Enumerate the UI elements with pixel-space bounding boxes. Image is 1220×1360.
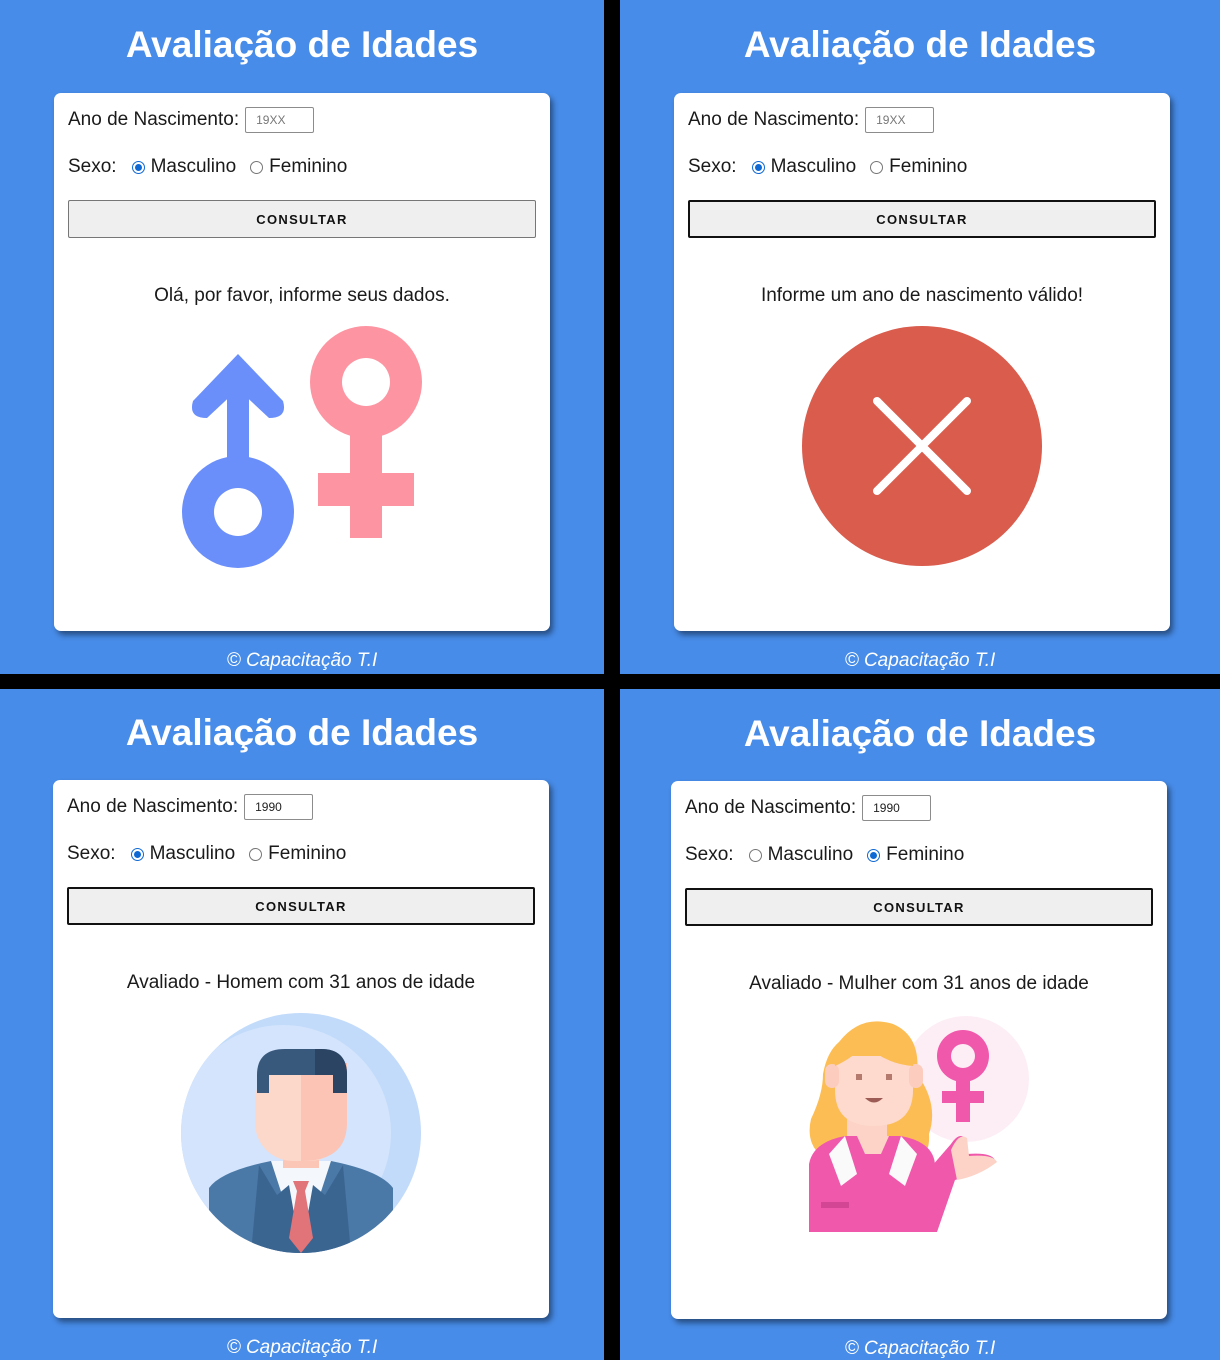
year-label: Ano de Nascimento: bbox=[67, 796, 239, 817]
result-message: Olá, por favor, informe seus dados. bbox=[154, 285, 450, 306]
female-label[interactable]: Feminino bbox=[269, 156, 347, 178]
page-title: Avaliação de Idades bbox=[743, 24, 1097, 65]
result-message: Avaliado - Homem com 31 anos de idade bbox=[126, 972, 476, 993]
male-label[interactable]: Masculino bbox=[150, 843, 236, 865]
form-card: Ano de Nascimento: Sexo: Masculino Femin… bbox=[54, 93, 550, 631]
result-message: Avaliado - Mulher com 31 anos de idade bbox=[749, 973, 1089, 994]
year-row: Ano de Nascimento: bbox=[68, 107, 315, 133]
footer-credit: © Capacitação T.I bbox=[226, 1337, 378, 1358]
male-radio[interactable] bbox=[748, 848, 762, 862]
businessman-avatar-icon bbox=[181, 1013, 421, 1253]
sex-label: Sexo: bbox=[67, 843, 116, 864]
male-label[interactable]: Masculino bbox=[771, 156, 857, 178]
year-input[interactable] bbox=[865, 107, 935, 133]
male-radio[interactable] bbox=[130, 847, 144, 861]
page-title: Avaliação de Idades bbox=[743, 713, 1097, 754]
year-label: Ano de Nascimento: bbox=[688, 109, 860, 130]
consultar-button[interactable]: CONSULTAR bbox=[67, 887, 535, 925]
female-label[interactable]: Feminino bbox=[889, 156, 967, 178]
form-card: Ano de Nascimento: Sexo: Masculino Femin… bbox=[671, 781, 1167, 1319]
female-radio[interactable] bbox=[870, 160, 884, 174]
year-label: Ano de Nascimento: bbox=[685, 797, 857, 818]
app-panel-3: Avaliação de Idades Ano de Nascimento: S… bbox=[0, 689, 604, 1360]
sex-row: Sexo: Masculino Feminino bbox=[688, 156, 967, 178]
sex-row: Sexo: Masculino Feminino bbox=[685, 844, 964, 866]
female-label[interactable]: Feminino bbox=[268, 843, 346, 865]
form-card: Ano de Nascimento: Sexo: Masculino Femin… bbox=[674, 93, 1170, 631]
female-radio[interactable] bbox=[250, 160, 264, 174]
female-radio[interactable] bbox=[867, 848, 881, 862]
page-title: Avaliação de Idades bbox=[125, 712, 479, 753]
male-radio[interactable] bbox=[751, 160, 765, 174]
female-label[interactable]: Feminino bbox=[886, 844, 964, 866]
sex-label: Sexo: bbox=[688, 156, 737, 177]
businesswoman-avatar-icon bbox=[809, 1016, 1029, 1232]
male-label[interactable]: Masculino bbox=[768, 844, 854, 866]
year-row: Ano de Nascimento: bbox=[688, 107, 935, 133]
gender-symbols-icon bbox=[182, 326, 422, 568]
sex-row: Sexo: Masculino Feminino bbox=[67, 843, 346, 865]
app-panel-1: Avaliação de Idades Ano de Nascimento: S… bbox=[0, 0, 604, 674]
male-label[interactable]: Masculino bbox=[151, 156, 237, 178]
app-panel-4: Avaliação de Idades Ano de Nascimento: S… bbox=[620, 689, 1220, 1360]
year-input[interactable] bbox=[245, 107, 315, 133]
year-label: Ano de Nascimento: bbox=[68, 109, 240, 130]
male-radio[interactable] bbox=[131, 160, 145, 174]
consultar-button[interactable]: CONSULTAR bbox=[688, 200, 1156, 238]
footer-credit: © Capacitação T.I bbox=[844, 1338, 996, 1359]
year-input[interactable] bbox=[244, 794, 314, 820]
consultar-button[interactable]: CONSULTAR bbox=[68, 200, 536, 238]
sex-label: Sexo: bbox=[685, 844, 734, 865]
footer-credit: © Capacitação T.I bbox=[226, 650, 378, 671]
year-row: Ano de Nascimento: bbox=[685, 795, 932, 821]
female-radio[interactable] bbox=[249, 847, 263, 861]
year-input[interactable] bbox=[862, 795, 932, 821]
app-panel-2: Avaliação de Idades Ano de Nascimento: S… bbox=[620, 0, 1220, 674]
sex-label: Sexo: bbox=[68, 156, 117, 177]
year-row: Ano de Nascimento: bbox=[67, 794, 314, 820]
form-card: Ano de Nascimento: Sexo: Masculino Femin… bbox=[53, 780, 549, 1318]
error-x-icon bbox=[802, 326, 1042, 566]
female-symbol-icon bbox=[310, 326, 422, 538]
page-title: Avaliação de Idades bbox=[125, 24, 479, 65]
sex-row: Sexo: Masculino Feminino bbox=[68, 156, 347, 178]
result-message: Informe um ano de nascimento válido! bbox=[760, 285, 1084, 306]
consultar-button[interactable]: CONSULTAR bbox=[685, 888, 1153, 926]
footer-credit: © Capacitação T.I bbox=[844, 650, 996, 671]
